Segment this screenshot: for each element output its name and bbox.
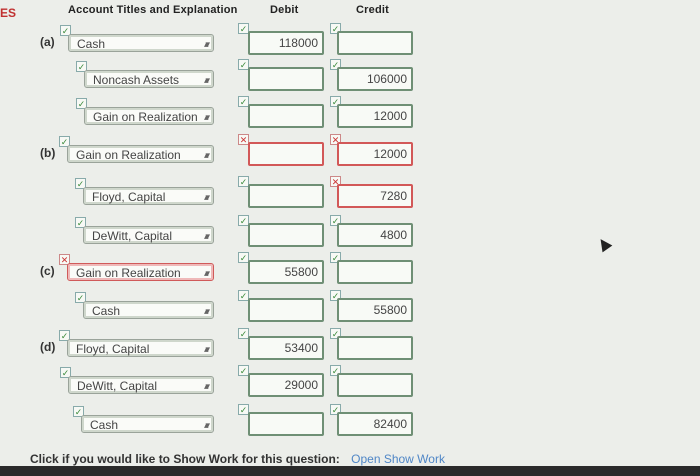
part-label: (c) [40,264,55,278]
credit-input[interactable]: 4800 [337,223,413,247]
part-label: (b) [40,146,56,160]
updown-arrow-icon: ▴▾ [203,306,210,316]
account-select[interactable]: Gain on Realization ▴▾ [67,145,214,163]
account-select-value: Gain on Realization [76,266,181,280]
account-select-value: Floyd, Capital [92,190,166,204]
header-credit: Credit [356,4,389,16]
debit-input[interactable]: 118000 [248,31,324,55]
open-show-work-link[interactable]: Open Show Work [351,452,445,466]
updown-arrow-icon: ▴▾ [203,381,210,391]
account-select-value: DeWitt, Capital [92,229,173,243]
credit-input[interactable]: 82400 [337,412,413,436]
debit-input[interactable]: 29000 [248,373,324,397]
credit-input[interactable]: 55800 [337,298,413,322]
credit-input[interactable] [337,373,413,397]
side-tag: ES [0,6,17,20]
header-debit: Debit [270,4,299,16]
debit-input[interactable]: 53400 [248,336,324,360]
debit-input[interactable] [248,298,324,322]
debit-input[interactable] [248,67,324,91]
credit-input[interactable]: 12000 [337,142,413,166]
debit-input[interactable] [248,412,324,436]
account-select-value: Cash [77,37,106,51]
updown-arrow-icon: ▴▾ [203,112,210,122]
updown-arrow-icon: ▴▾ [203,192,210,202]
account-select-value: Noncash Assets [93,73,180,87]
debit-input[interactable]: 55800 [248,260,324,284]
account-select-value: Floyd, Capital [76,342,150,356]
debit-input[interactable] [248,104,324,128]
show-work-row: Click if you would like to Show Work for… [30,452,445,466]
credit-input[interactable] [337,260,413,284]
account-select-value: Cash [90,418,119,432]
credit-input[interactable]: 7280 [337,184,413,208]
account-select[interactable]: Cash ▴▾ [68,34,214,52]
header-account: Account Titles and Explanation [68,4,238,16]
show-work-prompt: Click if you would like to Show Work for… [30,452,340,466]
account-select[interactable]: DeWitt, Capital ▴▾ [83,226,214,244]
updown-arrow-icon: ▴▾ [203,75,210,85]
account-select[interactable]: DeWitt, Capital ▴▾ [68,376,214,394]
credit-input[interactable]: 12000 [337,104,413,128]
part-label: (a) [40,35,55,49]
account-select[interactable]: Gain on Realization ▴▾ [67,263,214,281]
debit-input[interactable] [248,142,324,166]
credit-input[interactable] [337,31,413,55]
account-select-value: DeWitt, Capital [77,379,158,393]
credit-input[interactable] [337,336,413,360]
updown-arrow-icon: ▴▾ [203,420,210,430]
updown-arrow-icon: ▴▾ [203,39,210,49]
debit-input[interactable] [248,223,324,247]
account-select-value: Cash [92,304,121,318]
credit-input[interactable]: 106000 [337,67,413,91]
updown-arrow-icon: ▴▾ [203,268,210,278]
account-select[interactable]: Gain on Realization ▴▾ [84,107,214,125]
updown-arrow-icon: ▴▾ [203,344,210,354]
account-select-value: Gain on Realization [76,148,181,162]
account-select[interactable]: Cash ▴▾ [81,415,214,433]
updown-arrow-icon: ▴▾ [203,150,210,160]
account-select[interactable]: Floyd, Capital ▴▾ [67,339,214,357]
bottom-bar [0,466,700,476]
updown-arrow-icon: ▴▾ [203,231,210,241]
mouse-cursor-icon [595,235,613,253]
account-select[interactable]: Cash ▴▾ [83,301,214,319]
part-label: (d) [40,340,56,354]
account-select[interactable]: Floyd, Capital ▴▾ [83,187,214,205]
account-select-value: Gain on Realization [93,110,198,124]
account-select[interactable]: Noncash Assets ▴▾ [84,70,214,88]
debit-input[interactable] [248,184,324,208]
